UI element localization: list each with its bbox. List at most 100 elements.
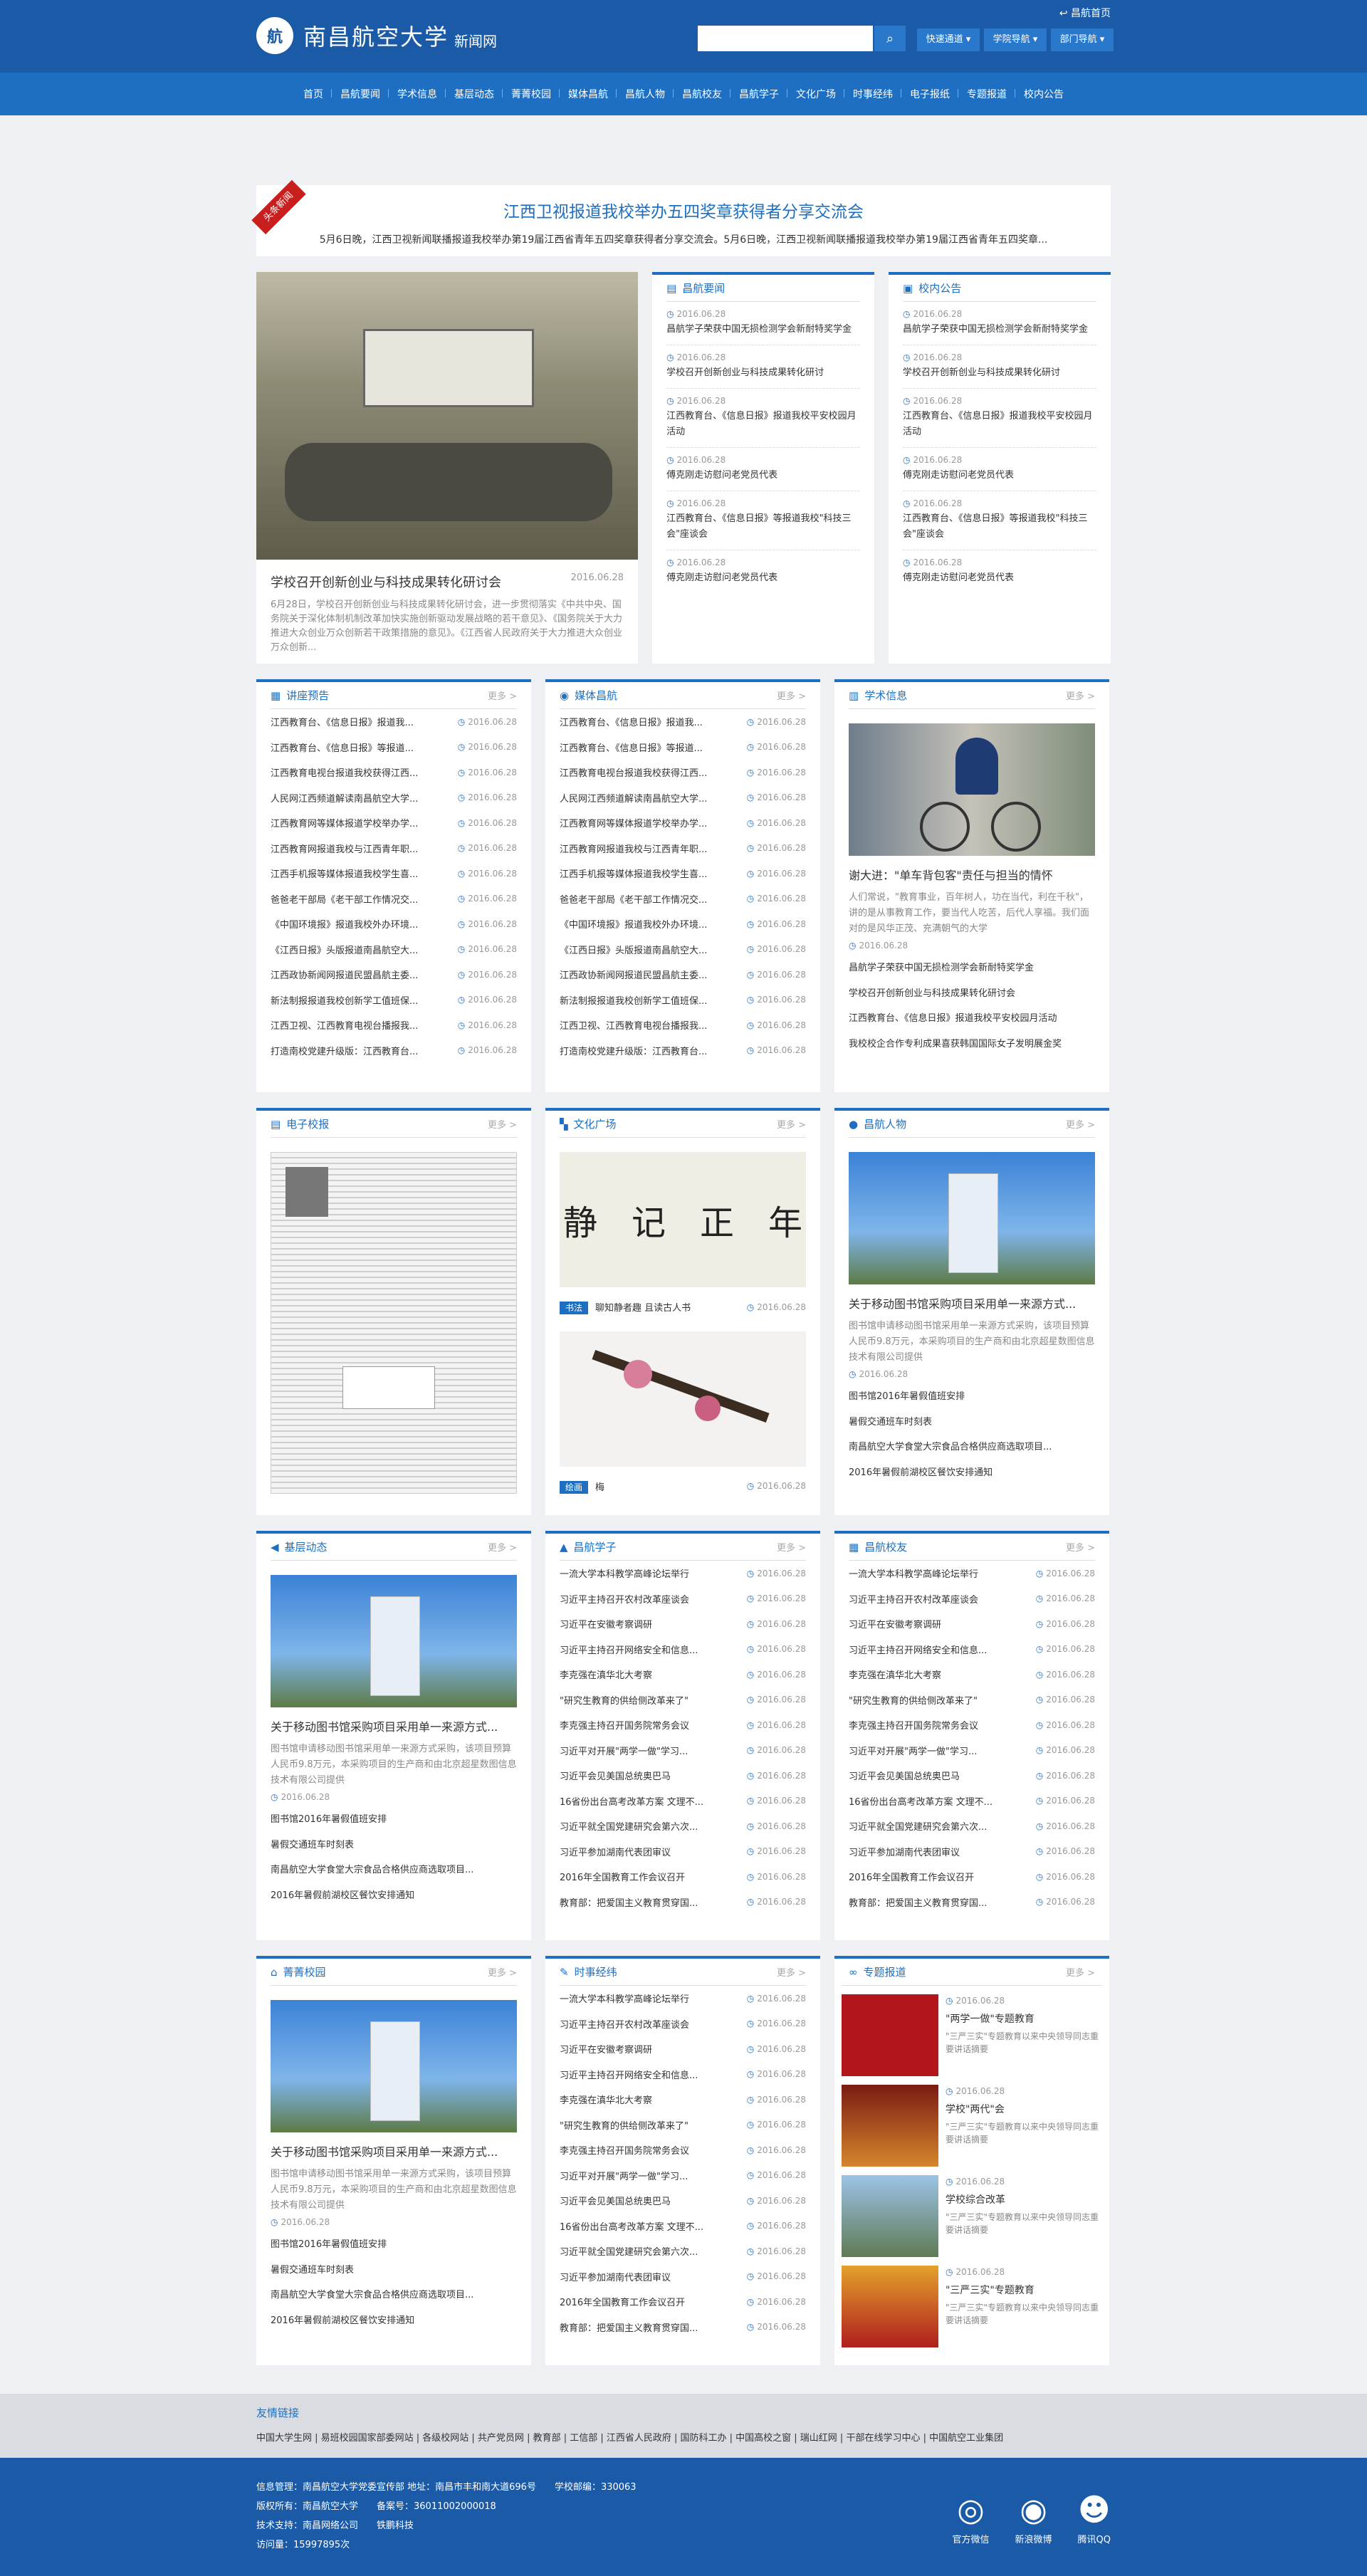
qq-link[interactable]: ☻ 腾讯QQ — [1078, 2491, 1111, 2550]
list-item[interactable]: 一流大学本科教学高峰论坛举行 ◷ 2016.06.28 — [849, 1561, 1095, 1586]
list-item[interactable]: 昌航学子荣获中国无损检测学会新耐特奖学金 — [849, 954, 1095, 980]
list-item[interactable]: 习近平主持召开农村改革座谈会 ◷ 2016.06.28 — [560, 1586, 806, 1612]
list-item[interactable]: 习近平在安徽考察调研 ◷ 2016.06.28 — [560, 2036, 806, 2062]
more-link[interactable]: 更多 > — [1066, 1965, 1095, 1979]
list-item[interactable]: 教育部：把爱国主义教育贯穿国... ◷ 2016.06.28 — [849, 1890, 1095, 1915]
list-item[interactable]: "研究生教育的供给侧改革来了" ◷ 2016.06.28 — [560, 1687, 806, 1713]
list-item[interactable]: 习近平对开展"两学一做"学习... ◷ 2016.06.28 — [560, 1738, 806, 1764]
list-item[interactable]: 习近平就全国党建研究会第六次... ◷ 2016.06.28 — [560, 2239, 806, 2264]
building-photo[interactable] — [271, 1575, 517, 1707]
list-item[interactable]: 《中国环境报》报道我校外办环境... ◷ 2016.06.28 — [271, 911, 517, 937]
weibo-link[interactable]: ◉ 新浪微博 — [1015, 2491, 1052, 2550]
list-item[interactable]: 新法制报报道我校创新学工值班保... ◷ 2016.06.28 — [271, 988, 517, 1013]
list-item[interactable]: ◷ 2016.06.28 傅克刚走访慰问老党员代表 — [666, 550, 860, 593]
list-item[interactable]: 16省份出台高考改革方案 文理不... ◷ 2016.06.28 — [560, 1789, 806, 1814]
list-item[interactable]: 李克强主持召开国务院常务会议 ◷ 2016.06.28 — [560, 1712, 806, 1738]
academic-caption[interactable]: 谢大进："单车背包客"责任与担当的情怀 — [849, 866, 1095, 883]
list-item[interactable]: 习近平参加湖南代表团审议 ◷ 2016.06.28 — [560, 1839, 806, 1865]
more-link[interactable]: 更多 > — [777, 1540, 806, 1554]
feature-title[interactable]: 学校召开创新创业与科技成果转化研讨会 — [271, 572, 501, 591]
list-item[interactable]: ◷ 2016.06.28 江西教育台、《信息日报》报道我校平安校园月活动 — [666, 389, 861, 448]
list-item[interactable]: 16省份出台高考改革方案 文理不... ◷ 2016.06.28 — [560, 2214, 806, 2239]
list-item[interactable]: 一流大学本科教学高峰论坛举行 ◷ 2016.06.28 — [560, 1986, 806, 2011]
list-item[interactable]: 16省份出台高考改革方案 文理不... ◷ 2016.06.28 — [849, 1789, 1095, 1814]
painting-image[interactable] — [560, 1331, 806, 1467]
list-item[interactable]: 2016年全国教育工作会议召开 ◷ 2016.06.28 — [849, 1864, 1095, 1890]
list-item[interactable]: 江西手机报等媒体报道我校学生喜... ◷ 2016.06.28 — [271, 861, 517, 886]
more-link[interactable]: 更多 > — [777, 1965, 806, 1979]
list-item[interactable]: 李克强在滇华北大考察 ◷ 2016.06.28 — [849, 1662, 1095, 1687]
list-item[interactable]: ◷ 2016.06.28 昌航学子荣获中国无损检测学会新耐特奖学金 — [666, 302, 861, 345]
list-item[interactable]: 习近平会见美国总统奥巴马 ◷ 2016.06.28 — [849, 1763, 1095, 1789]
special-item[interactable]: ◷ 2016.06.28 "两学一做"专题教育 "三严三实"专题教育以来中央领导同志重… — [842, 1994, 1102, 2076]
list-item[interactable]: 图书馆2016年暑假值班安排 — [849, 1383, 1095, 1408]
more-link[interactable]: 更多 > — [777, 1117, 806, 1131]
list-item[interactable]: 江西手机报等媒体报道我校学生喜... ◷ 2016.06.28 — [560, 861, 806, 886]
list-item[interactable]: 李克强主持召开国务院常务会议 ◷ 2016.06.28 — [849, 1712, 1095, 1738]
list-item[interactable]: ◷ 2016.06.28 江西教育台、《信息日报》等报道我校"科技三会"座谈会 — [903, 491, 1096, 550]
wechat-link[interactable]: ◎ 官方微信 — [953, 2491, 990, 2550]
list-item[interactable]: 新法制报报道我校创新学工值班保... ◷ 2016.06.28 — [560, 988, 806, 1013]
list-item[interactable]: 李克强主持召开国务院常务会议 ◷ 2016.06.28 — [560, 2137, 806, 2163]
list-item[interactable]: 南昌航空大学食堂大宗食品合格供应商选取项目... — [271, 2281, 517, 2307]
list-item[interactable]: "研究生教育的供给侧改革来了" ◷ 2016.06.28 — [560, 2112, 806, 2138]
nav-item[interactable]: 基层动态 — [446, 87, 503, 101]
more-link[interactable]: 更多 > — [488, 1117, 517, 1131]
nav-item[interactable]: 菁菁校园 — [503, 87, 560, 101]
nav-item[interactable]: 首页 — [295, 87, 332, 101]
list-item[interactable]: 《中国环境报》报道我校外办环境... ◷ 2016.06.28 — [560, 911, 806, 937]
list-item[interactable]: ◷ 2016.06.28 江西教育台、《信息日报》等报道我校"科技三会"座谈会 — [666, 491, 861, 550]
list-item[interactable]: ◷ 2016.06.28 学校召开创新创业与科技成果转化研讨 — [666, 345, 861, 389]
list-item[interactable]: 江西教育台、《信息日报》报道我... ◷ 2016.06.28 — [271, 709, 517, 735]
nav-item[interactable]: 昌航要闻 — [332, 87, 389, 101]
list-item[interactable]: 江西教育网等媒体报道学校举办学... ◷ 2016.06.28 — [560, 810, 806, 836]
list-item[interactable]: "研究生教育的供给侧改革来了" ◷ 2016.06.28 — [849, 1687, 1095, 1713]
more-link[interactable]: 更多 > — [1066, 1540, 1095, 1554]
list-item[interactable]: ◷ 2016.06.28 傅克刚走访慰问老党员代表 — [903, 448, 1096, 491]
nav-item[interactable]: 文化广场 — [787, 87, 844, 101]
list-item[interactable]: 暑假交通班车时刻表 — [849, 1408, 1095, 1434]
list-item[interactable]: ◷ 2016.06.28 学校召开创新创业与科技成果转化研讨 — [903, 345, 1096, 389]
list-item[interactable]: 江西教育台、《信息日报》等报道... ◷ 2016.06.28 — [271, 735, 517, 760]
list-item[interactable]: 2016年暑假前湖校区餐饮安排通知 — [271, 1882, 517, 1907]
list-item[interactable]: 2016年暑假前湖校区餐饮安排通知 — [849, 1459, 1095, 1485]
list-item[interactable]: 图书馆2016年暑假值班安排 — [271, 1806, 517, 1831]
list-item[interactable]: 暑假交通班车时刻表 — [271, 2256, 517, 2282]
nav-item[interactable]: 专题报道 — [958, 87, 1015, 101]
list-item[interactable]: 习近平就全国党建研究会第六次... ◷ 2016.06.28 — [560, 1813, 806, 1839]
nav-item[interactable]: 昌航校友 — [674, 87, 730, 101]
building-photo[interactable] — [849, 1152, 1095, 1284]
list-item[interactable]: ◷ 2016.06.28 傅克刚走访慰问老党员代表 — [666, 448, 861, 491]
list-item[interactable]: 江西教育网报道我校与江西青年职... ◷ 2016.06.28 — [560, 836, 806, 862]
more-link[interactable]: 更多 > — [1066, 1117, 1095, 1131]
list-item[interactable]: 江西卫视、江西教育电视台播报我... ◷ 2016.06.28 — [271, 1012, 517, 1038]
list-item[interactable]: ◷ 2016.06.28 昌航学子荣获中国无损检测学会新耐特奖学金 — [903, 302, 1096, 345]
headline-title[interactable]: 江西卫视报道我校举办五四奖章获得者分享交流会 — [256, 185, 1111, 222]
list-item[interactable]: 习近平会见美国总统奥巴马 ◷ 2016.06.28 — [560, 1763, 806, 1789]
list-item[interactable]: 人民网江西频道解读南昌航空大学... ◷ 2016.06.28 — [560, 785, 806, 811]
list-item[interactable]: 图书馆2016年暑假值班安排 — [271, 2231, 517, 2256]
list-item[interactable]: 江西教育网报道我校与江西青年职... ◷ 2016.06.28 — [271, 836, 517, 862]
epaper-thumbnail[interactable] — [271, 1152, 517, 1494]
nav-item[interactable]: 时事经纬 — [844, 87, 901, 101]
dept-nav-button[interactable]: 部门导航 ▾ — [1051, 28, 1114, 51]
list-item[interactable]: 江西政协新闻网报道民盟昌航主委... ◷ 2016.06.28 — [271, 962, 517, 988]
list-item[interactable]: 《江西日报》头版报道南昌航空大... ◷ 2016.06.28 — [271, 937, 517, 963]
calligraphy-image[interactable]: 静 记 正 年 — [560, 1152, 806, 1287]
list-item[interactable]: 打造南校党建升级版：江西教育台... ◷ 2016.06.28 — [271, 1038, 517, 1064]
special-item[interactable]: ◷ 2016.06.28 "三严三实"专题教育 "三严三实"专题教育以来中央领导同志重… — [842, 2266, 1102, 2347]
college-nav-button[interactable]: 学院导航 ▾ — [984, 28, 1047, 51]
people-caption[interactable]: 关于移动图书馆采购项目采用单一来源方式... — [849, 1294, 1095, 1311]
list-item[interactable]: 《江西日报》头版报道南昌航空大... ◷ 2016.06.28 — [560, 937, 806, 963]
list-item[interactable]: 习近平参加湖南代表团审议 ◷ 2016.06.28 — [560, 2264, 806, 2290]
more-link[interactable]: 更多 > — [488, 1540, 517, 1554]
list-item[interactable]: 一流大学本科教学高峰论坛举行 ◷ 2016.06.28 — [560, 1561, 806, 1586]
nav-item[interactable]: 电子报纸 — [901, 87, 958, 101]
quick-access-button[interactable]: 快速通道 ▾ — [917, 28, 980, 51]
search-input[interactable] — [698, 26, 873, 51]
nav-item[interactable]: 媒体昌航 — [560, 87, 617, 101]
more-link[interactable]: 更多 > — [488, 688, 517, 702]
list-item[interactable]: 江西教育台、《信息日报》报道我校平安校园月活动 — [849, 1005, 1095, 1030]
list-item[interactable]: 李克强在滇华北大考察 ◷ 2016.06.28 — [560, 2087, 806, 2112]
list-item[interactable]: 江西教育网等媒体报道学校举办学... ◷ 2016.06.28 — [271, 810, 517, 836]
